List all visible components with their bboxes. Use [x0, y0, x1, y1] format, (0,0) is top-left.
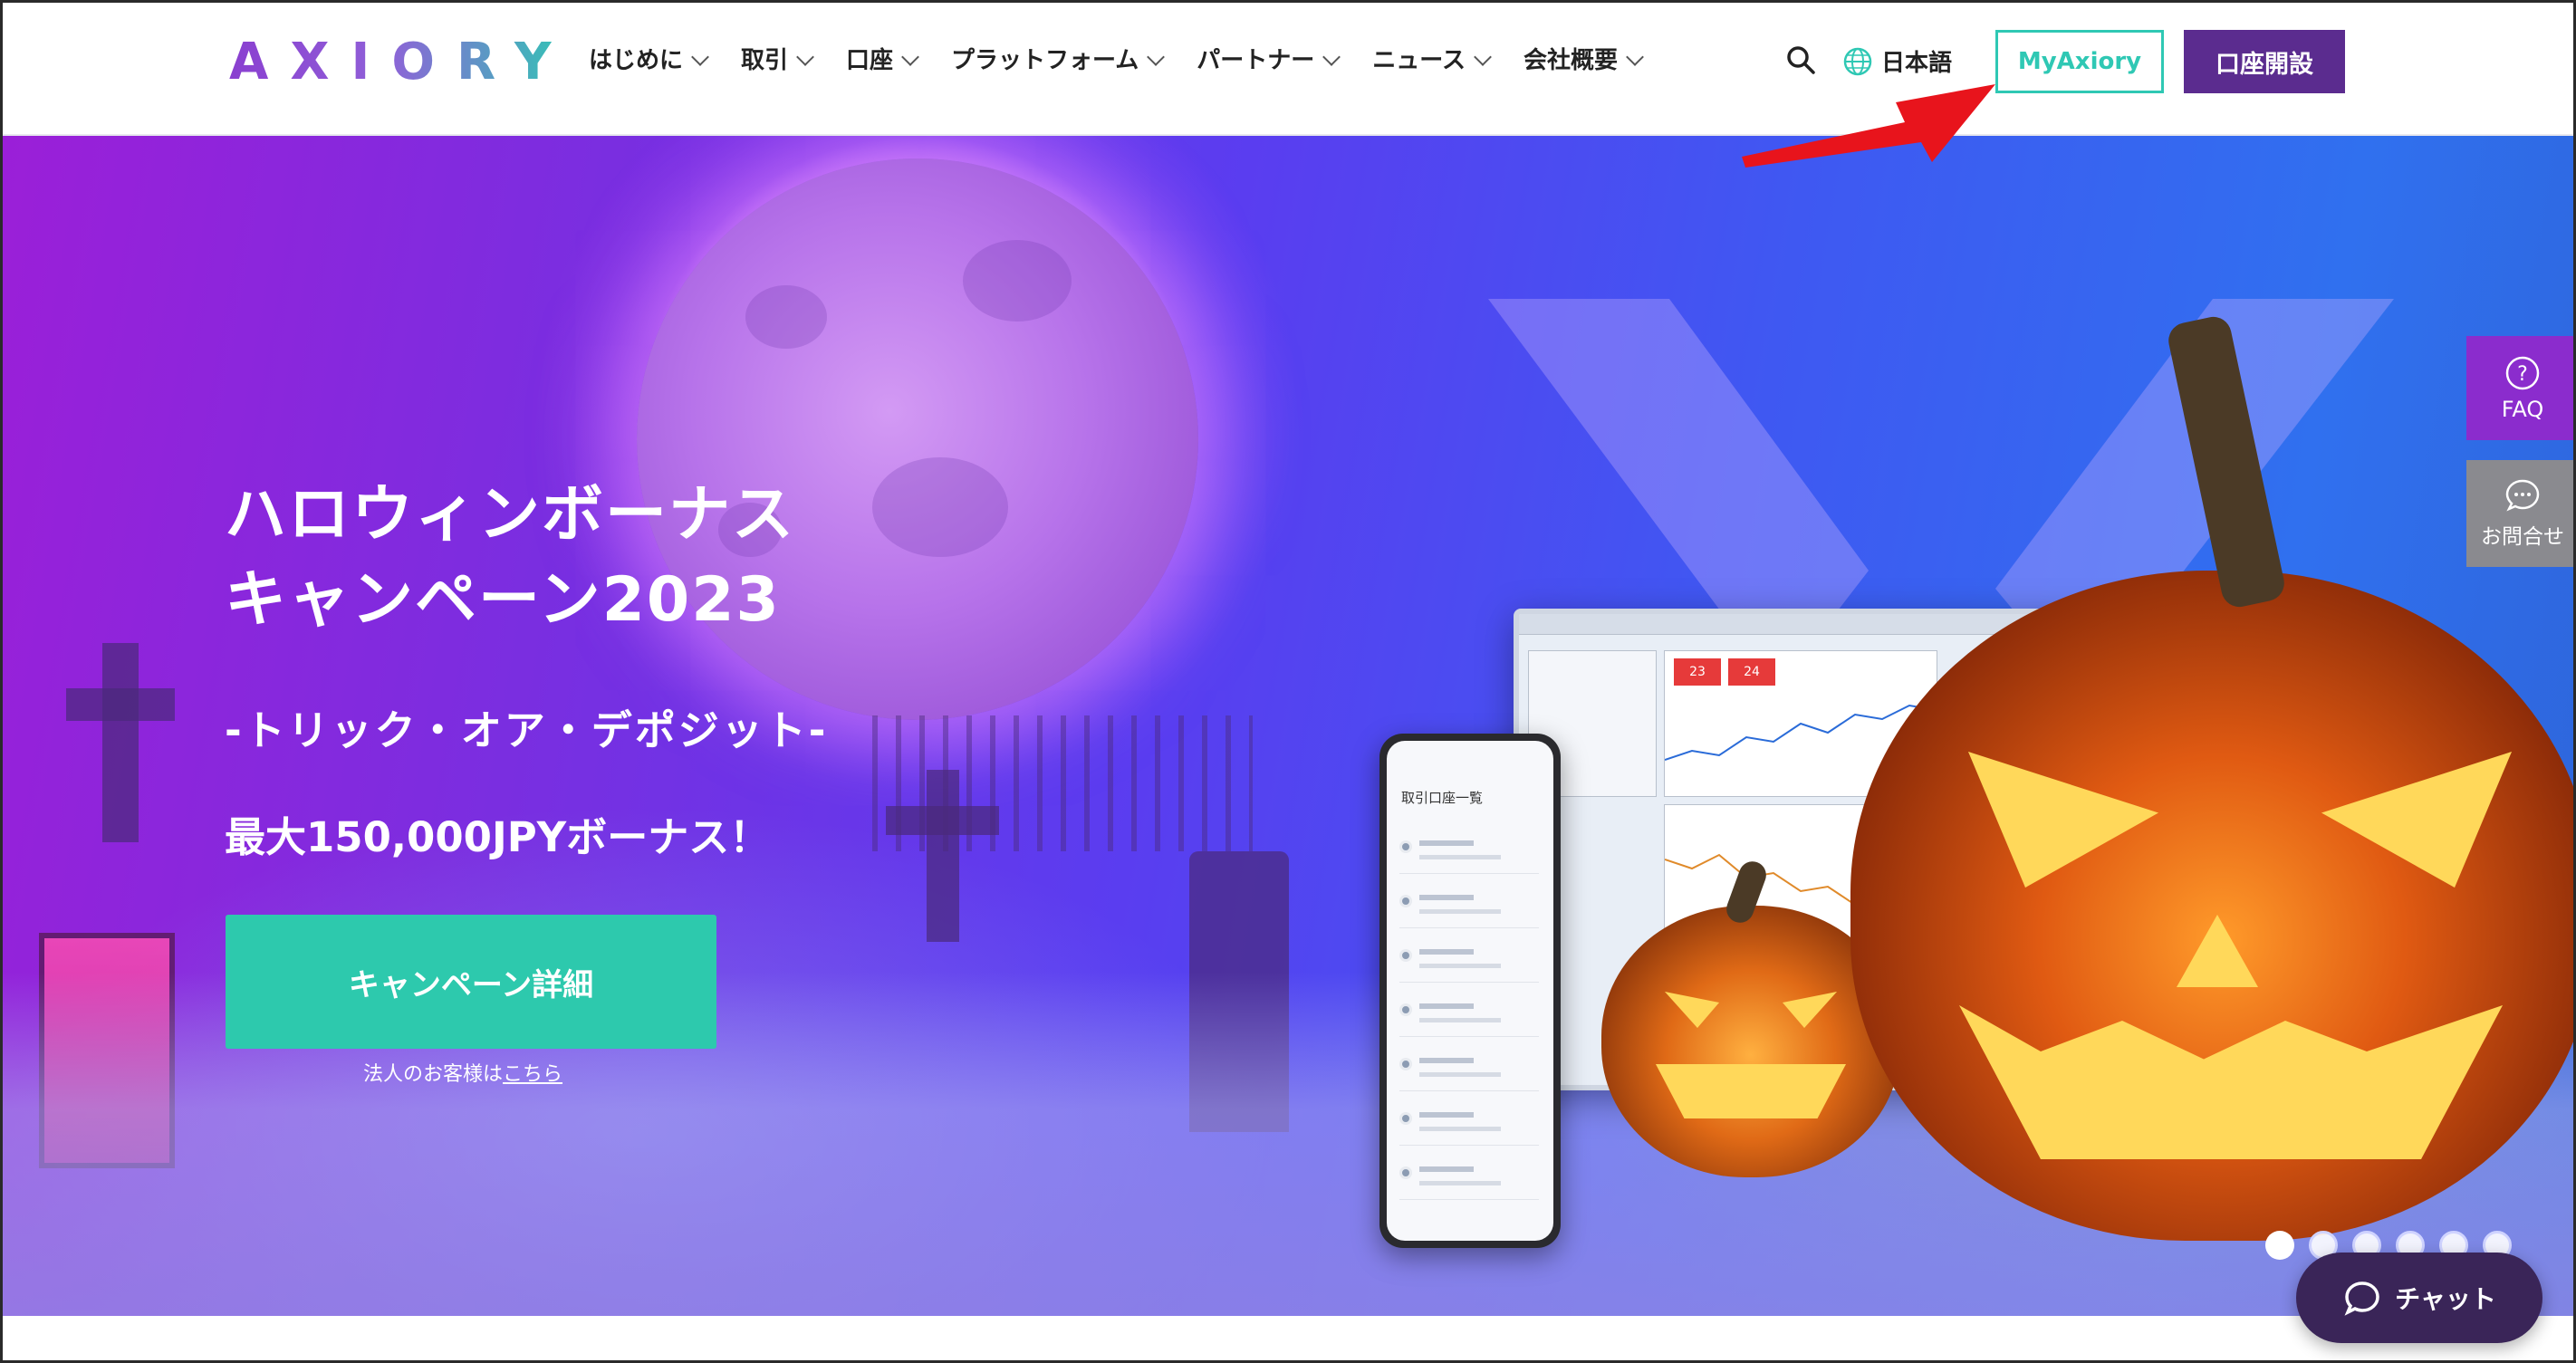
corporate-link[interactable]: こちら [503, 1063, 562, 1086]
bid-quote: 23 [1674, 658, 1721, 686]
list-item [1399, 831, 1539, 874]
nav-partners[interactable]: パートナー [1197, 43, 1341, 79]
language-label: 日本語 [1881, 50, 1953, 77]
globe-icon [1843, 47, 1872, 75]
ask-quote: 24 [1728, 658, 1775, 686]
tombstone-cross [102, 643, 139, 842]
large-pumpkin [1850, 571, 2573, 1241]
chevron-down-icon [691, 48, 709, 66]
chat-bubble-icon [2505, 479, 2540, 512]
chat-button[interactable]: チャット [2296, 1253, 2542, 1343]
myaxiory-button[interactable]: MyAxiory [1995, 30, 2164, 93]
chevron-down-icon [1147, 48, 1166, 66]
phone-screen-title: 取引口座一覧 [1401, 790, 1484, 806]
chevron-down-icon [796, 48, 814, 66]
nav-news[interactable]: ニュース [1372, 43, 1492, 79]
nav-platforms[interactable]: プラットフォーム [951, 43, 1166, 79]
chevron-down-icon [901, 48, 919, 66]
faq-label: FAQ [2501, 396, 2544, 422]
hero-title: ハロウィンボーナス キャンペーン2023 [225, 479, 796, 636]
language-selector[interactable]: 日本語 [1843, 44, 1952, 78]
list-item [1399, 1049, 1539, 1091]
pumpkin-eye [1783, 992, 1837, 1028]
moon-crater [872, 457, 1008, 557]
chevron-down-icon [1474, 48, 1492, 66]
contact-tab[interactable]: お問合せ [2466, 460, 2573, 567]
hero-banner[interactable]: 23 24 取引口座一覧 ハロウィンボーナス キャンペーン2023 -トリック・… [3, 136, 2573, 1316]
chevron-down-icon [1322, 48, 1341, 66]
main-nav: はじめに 取引 口座 プラットフォーム パートナー ニュース 会社概要 [589, 43, 1676, 79]
question-icon: ? [2505, 356, 2540, 389]
pumpkin-mouth [1959, 1005, 2503, 1159]
moon-crater [963, 240, 1072, 322]
list-item [1399, 886, 1539, 928]
chevron-down-icon [1626, 48, 1644, 66]
hero-bonus-text: 最大150,000JPYボーナス！ [225, 813, 771, 861]
contact-label: お問合せ [2481, 525, 2564, 549]
list-item [1399, 940, 1539, 983]
chat-icon [2344, 1281, 2379, 1316]
svg-text:?: ? [2517, 363, 2528, 386]
pumpkin-eye [2321, 752, 2512, 888]
phone-screen: 取引口座一覧 [1387, 741, 1553, 1241]
nav-getting-started[interactable]: はじめに [589, 43, 709, 79]
campaign-details-button[interactable]: キャンペーン詳細 [226, 915, 716, 1049]
browser-frame: AXIORY はじめに 取引 口座 プラットフォーム パートナー ニュース 会社… [0, 0, 2576, 1363]
pumpkin-mouth [1656, 1064, 1846, 1118]
pumpkin-eye [1968, 752, 2158, 888]
pumpkin-nose [2177, 915, 2258, 987]
pumpkin-eye [1665, 992, 1719, 1028]
moon-crater [745, 285, 827, 349]
nav-company[interactable]: 会社概要 [1523, 43, 1644, 79]
nav-trading[interactable]: 取引 [741, 43, 814, 79]
carousel-dot-1[interactable] [2265, 1231, 2294, 1260]
chat-label: チャット [2395, 1284, 2496, 1314]
annotation-arrow [1742, 84, 1995, 168]
list-item [1399, 994, 1539, 1037]
open-account-button[interactable]: 口座開設 [2184, 30, 2345, 93]
faq-tab[interactable]: ? FAQ [2466, 336, 2573, 440]
nav-accounts[interactable]: 口座 [846, 43, 919, 79]
corporate-customers-text: 法人のお客様はこちら [363, 1063, 563, 1086]
list-item [1399, 1103, 1539, 1146]
tombstone-cross [66, 688, 175, 721]
mobile-app-screenshot: 取引口座一覧 [1379, 734, 1561, 1248]
axiory-logo[interactable]: AXIORY [229, 35, 573, 90]
graveyard-gate [872, 715, 1253, 851]
list-item [1399, 1157, 1539, 1200]
hero-subtitle: -トリック・オア・デポジット- [225, 706, 829, 754]
search-icon[interactable] [1785, 44, 1816, 75]
site-header: AXIORY はじめに 取引 口座 プラットフォーム パートナー ニュース 会社… [3, 3, 2573, 136]
